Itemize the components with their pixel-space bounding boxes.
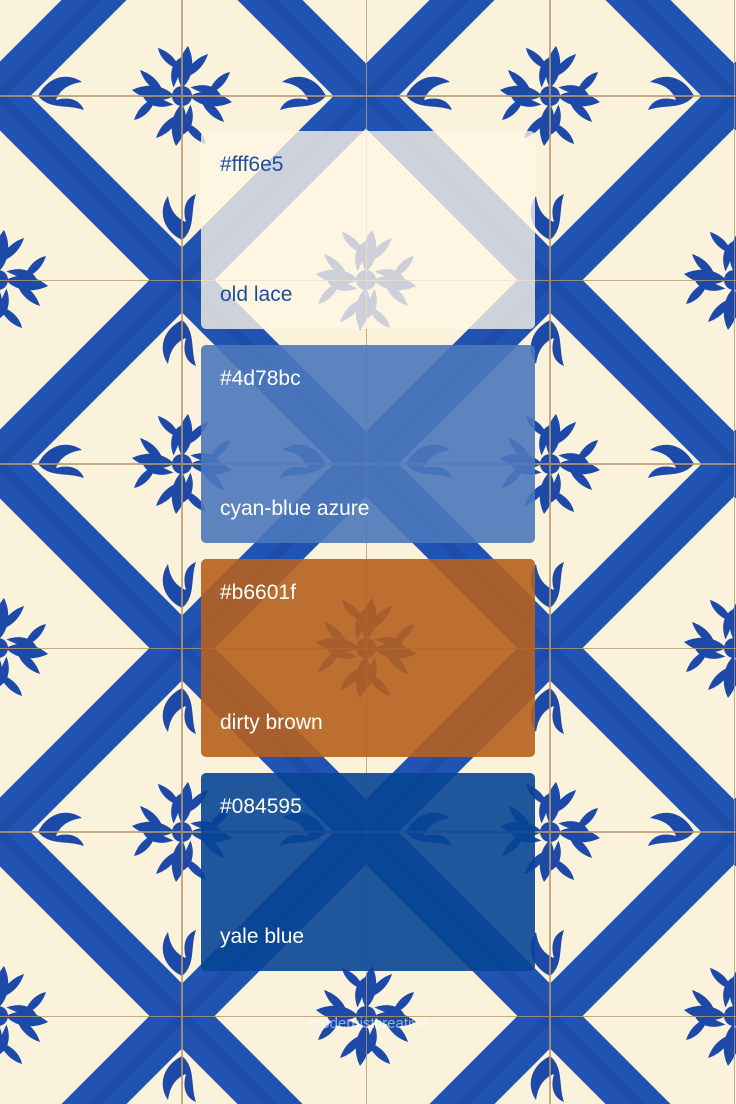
swatch-color-name: dirty brown (220, 711, 323, 734)
swatch-old-lace: #fff6e5 old lace (201, 131, 535, 329)
swatch-hex-code: #4d78bc (220, 367, 301, 390)
watermark: modernistcreative (308, 1015, 428, 1032)
swatch-cyan-blue-azure: #4d78bc cyan-blue azure (201, 345, 535, 543)
swatch-hex-code: #b6601f (220, 581, 296, 604)
swatch-hex-code: #084595 (220, 795, 302, 818)
swatch-yale-blue: #084595 yale blue (201, 773, 535, 971)
swatch-hex-code: #fff6e5 (220, 153, 284, 176)
swatch-color-name: cyan-blue azure (220, 497, 370, 520)
swatch-dirty-brown: #b6601f dirty brown (201, 559, 535, 757)
swatch-color-name: yale blue (220, 925, 305, 948)
swatch-color-name: old lace (220, 283, 293, 306)
